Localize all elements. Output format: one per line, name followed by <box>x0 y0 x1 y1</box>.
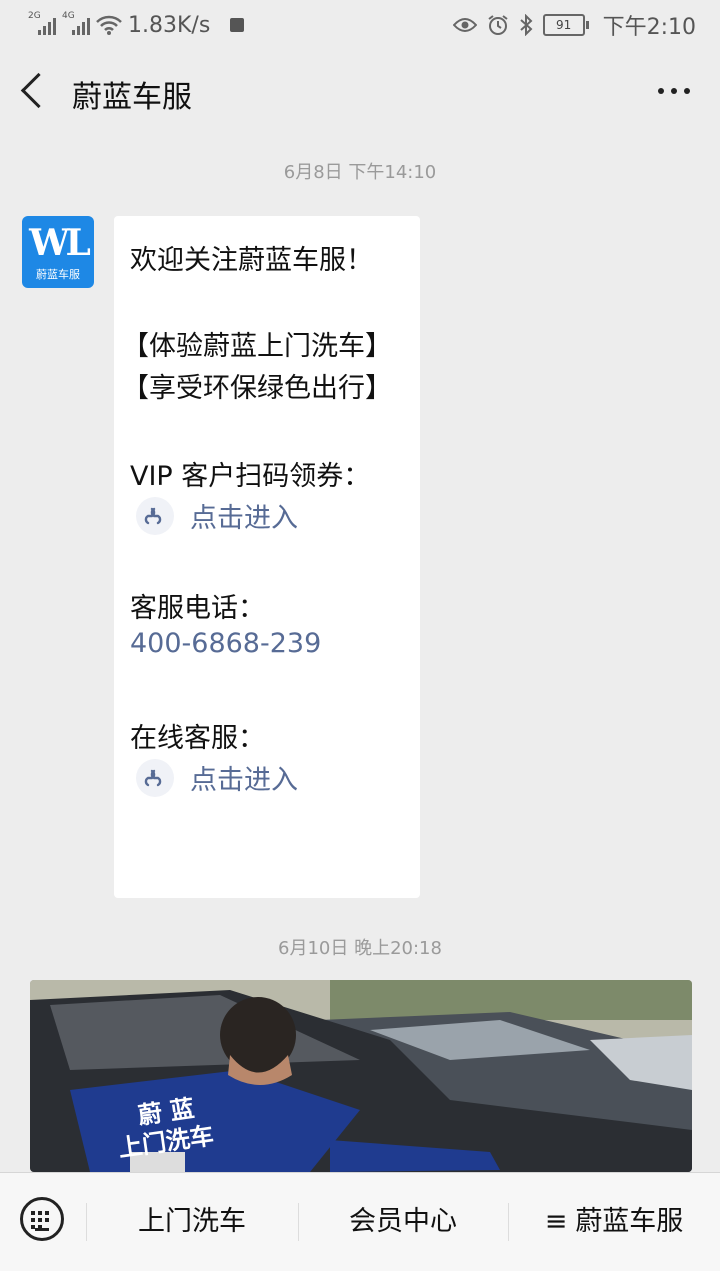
signal-icon: 4G <box>62 11 90 35</box>
menu-item-car-wash[interactable]: 上门洗车 <box>86 1173 298 1271</box>
vip-text: VIP 客户扫码领券： <box>130 461 371 492</box>
phone-link[interactable]: 400-6868-239 <box>130 628 321 659</box>
page-title: 蔚蓝车服 <box>72 80 192 115</box>
nav-bar: 蔚蓝车服 <box>0 50 720 136</box>
back-icon[interactable] <box>20 72 57 109</box>
menu-item-member-center[interactable]: 会员中心 <box>298 1173 508 1271</box>
bottom-menu: 上门洗车 会员中心 ≡ 蔚蓝车服 <box>0 1172 720 1271</box>
message-bubble: 欢迎关注蔚蓝车服！ 【体验蔚蓝上门洗车】 【享受环保绿色出行】 VIP 客户扫码… <box>114 216 420 898</box>
signal-icon: 2G <box>28 11 56 35</box>
eye-icon <box>452 18 477 32</box>
stop-icon <box>230 18 245 32</box>
promo-line: 【享受环保绿色出行】 <box>122 373 392 404</box>
signal-type-label: 2G <box>28 11 41 21</box>
link-icon <box>136 496 174 535</box>
menu-item-service[interactable]: ≡ 蔚蓝车服 <box>508 1173 720 1271</box>
avatar-label: 蔚蓝车服 <box>36 268 80 281</box>
mini-program-link[interactable]: 点击进入 <box>136 758 298 797</box>
link-label: 点击进入 <box>190 503 298 534</box>
service-phone-label: 客服电话： <box>130 593 265 624</box>
wifi-icon <box>96 15 122 35</box>
image-message[interactable]: 蔚 蓝 上门洗车 <box>30 980 692 1172</box>
status-left: 2G 4G 1.83K/s <box>28 10 245 40</box>
message-timestamp: 6月8日 下午14:10 <box>283 162 437 183</box>
link-label: 点击进入 <box>190 765 298 796</box>
menu-list-icon: ≡ <box>544 1206 568 1237</box>
welcome-text: 欢迎关注蔚蓝车服！ <box>130 245 373 276</box>
signal-type-label: 4G <box>62 11 75 21</box>
bluetooth-icon <box>519 14 533 36</box>
mini-program-link[interactable]: 点击进入 <box>136 496 298 535</box>
status-right: 91 下午2:10 <box>452 10 696 40</box>
alarm-icon <box>487 15 508 35</box>
link-icon <box>136 758 174 797</box>
keyboard-icon[interactable] <box>20 1197 64 1241</box>
battery-icon: 91 <box>542 14 589 36</box>
online-service-label: 在线客服： <box>130 723 265 754</box>
more-icon[interactable] <box>658 88 690 94</box>
avatar[interactable]: WL 蔚蓝车服 <box>22 216 94 288</box>
menu-item-label: 蔚蓝车服 <box>575 1206 684 1237</box>
promo-line: 【体验蔚蓝上门洗车】 <box>122 331 392 362</box>
status-bar: 2G 4G 1.83K/s 91 下午2:10 <box>0 0 720 50</box>
network-speed: 1.83K/s <box>128 12 211 38</box>
avatar-logo: WL <box>29 222 91 264</box>
status-time: 下午2:10 <box>602 15 696 40</box>
message-timestamp: 6月10日 晚上20:18 <box>278 938 442 959</box>
